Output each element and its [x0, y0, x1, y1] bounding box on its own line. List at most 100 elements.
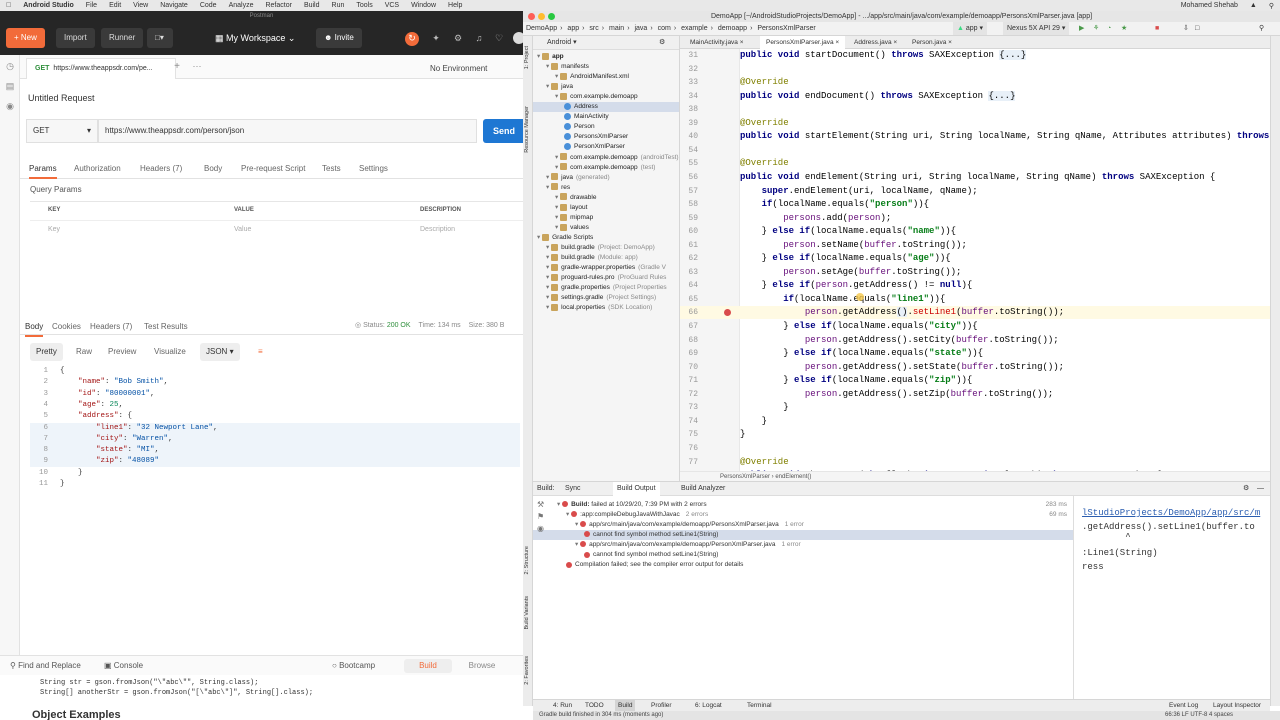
code-line[interactable]: 31 public void startDocument() throws SAX… — [680, 49, 1270, 62]
build-tree-item[interactable]: ▾ Build: failed at 10/29/20, 7:39 PM wit… — [533, 500, 1073, 510]
profile-icon[interactable]: ◔ — [1107, 22, 1111, 35]
tree-item[interactable]: ▾ values — [533, 223, 589, 233]
code-line[interactable]: 76 — [680, 442, 1270, 455]
code-line[interactable]: 56 public void endElement(String uri, Str… — [680, 171, 1270, 184]
build-tree-item[interactable]: ▾ :app:compileDebugJavaWithJavac 2 errors… — [533, 510, 1073, 520]
tab-build-output[interactable]: Build Output — [613, 482, 660, 496]
code-line[interactable]: 39 @Override — [680, 117, 1270, 130]
menu-build[interactable]: Build — [298, 2, 326, 9]
build-tree-item[interactable]: cannot find symbol method setLine1(Strin… — [533, 530, 1073, 541]
app-menu[interactable]: Android Studio — [17, 2, 80, 9]
send-button[interactable]: Send — [483, 119, 523, 143]
apis-icon[interactable]: ◉ — [4, 101, 16, 113]
build-error-detail[interactable]: lStudioProjects/DemoApp/app/src/m .getAd… — [1073, 496, 1270, 705]
runner-button[interactable]: Runner — [101, 28, 144, 48]
eye-icon[interactable]: ◉ — [537, 524, 544, 533]
debug-icon[interactable]: ⚘ — [1093, 22, 1099, 35]
wrap-icon[interactable]: ≡ — [252, 343, 269, 361]
tree-item[interactable]: ▾ build.gradle (Project: DemoApp) — [533, 243, 655, 253]
avatar[interactable] — [513, 32, 523, 44]
user-name[interactable]: Mohamed Shehab — [1175, 2, 1244, 9]
code-editor[interactable]: 31 public void startDocument() throws SAX… — [680, 49, 1270, 471]
menu-help[interactable]: Help — [442, 2, 468, 9]
import-button[interactable]: Import — [56, 28, 95, 48]
tree-item[interactable]: ▾ java (generated) — [533, 173, 610, 183]
tab-build-analyzer[interactable]: Build Analyzer — [681, 482, 725, 496]
menu-code[interactable]: Code — [194, 2, 223, 9]
settings-icon[interactable]: ⚙ — [452, 32, 464, 44]
tab-authorization[interactable]: Authorization — [74, 159, 121, 179]
nav-crumb[interactable]: src — [589, 25, 598, 32]
project-tool-button[interactable]: 1: Project — [524, 46, 530, 69]
environment-select[interactable]: No Environment — [426, 61, 523, 77]
tree-item[interactable]: PersonsXmlParser — [533, 132, 628, 142]
build-tree-item[interactable]: Compilation failed; see the compiler err… — [533, 560, 1073, 570]
gear-icon[interactable]: ⚙ — [659, 36, 665, 50]
open-new-icon[interactable]: □▾ — [147, 28, 173, 48]
code-line[interactable]: 74 } — [680, 415, 1270, 428]
code-line[interactable]: 60 } else if(localName.equals("name")){ — [680, 225, 1270, 238]
build-mode-button[interactable]: Build — [404, 659, 452, 673]
console-button[interactable]: ▣ Console — [104, 656, 143, 676]
run-config-select[interactable]: ▲ app ▾ — [953, 22, 988, 35]
build-tree-item[interactable]: ▾ app/src/main/java/com/example/demoapp/… — [533, 520, 1073, 530]
code-line[interactable]: 58 if(localName.equals("person")){ — [680, 198, 1270, 211]
key-input[interactable]: Key — [48, 226, 60, 233]
bootcamp-button[interactable]: ○ Bootcamp — [332, 656, 375, 676]
tree-item[interactable]: ▾ res — [533, 183, 570, 193]
error-file-link[interactable]: lStudioProjects/DemoApp/app/src/m — [1082, 508, 1260, 518]
method-select[interactable]: GET ▾ — [26, 119, 98, 143]
search-icon[interactable]: ⚲ — [1263, 2, 1280, 10]
code-line[interactable]: 66 person.getAddress().setLine1(buffer.t… — [680, 306, 1270, 320]
workspace-switcher[interactable]: ▦ My Workspace ⌄ — [215, 33, 295, 44]
view-visualize[interactable]: Visualize — [148, 343, 192, 361]
sync-icon[interactable]: ↻ — [405, 32, 419, 46]
nav-crumb[interactable]: PersonsXmlParser — [757, 25, 815, 32]
tree-item[interactable]: ▾ proguard-rules.pro (ProGuard Rules — [533, 273, 666, 283]
view-preview[interactable]: Preview — [102, 343, 142, 361]
tree-item[interactable]: ▾ Gradle Scripts — [533, 233, 593, 243]
view-pretty[interactable]: Pretty — [30, 343, 63, 361]
code-line[interactable]: 38 — [680, 103, 1270, 116]
tree-item[interactable]: Address — [533, 102, 679, 113]
url-input[interactable]: https://www.theappsdr.com/person/json — [98, 119, 477, 143]
tab-body[interactable]: Body — [204, 159, 222, 179]
request-tab[interactable]: GET https://www.theappsdr.com/pe... — [26, 58, 176, 79]
avd-manager-icon[interactable]: □ — [1195, 22, 1199, 35]
editor-tab[interactable]: MainActivity.java × — [684, 36, 750, 49]
code-line[interactable]: 33 @Override — [680, 76, 1270, 89]
value-input[interactable]: Value — [234, 226, 251, 233]
tree-item[interactable]: ▾ app — [533, 52, 564, 62]
structure-tool-button[interactable]: 2: Structure — [524, 546, 530, 574]
tab-sync[interactable]: Sync — [565, 482, 581, 496]
tree-item[interactable]: ▾ com.example.demoapp (androidTest) — [533, 153, 679, 163]
nav-crumb[interactable]: java — [634, 25, 647, 32]
code-line[interactable]: 73 } — [680, 401, 1270, 414]
device-select[interactable]: Nexus 5X API 29 ▾ — [1003, 22, 1070, 35]
status-position[interactable]: 66:36 LF UTF-8 4 spaces — [1165, 711, 1233, 720]
hide-icon[interactable]: — — [1257, 482, 1264, 496]
code-line[interactable]: 32 — [680, 63, 1270, 76]
tree-item[interactable]: ▾ com.example.demoapp (test) — [533, 163, 655, 173]
tab-headers[interactable]: Headers (7) — [140, 159, 182, 179]
tree-item[interactable]: Person — [533, 122, 595, 132]
code-line[interactable]: 69 } else if(localName.equals("state")){ — [680, 347, 1270, 360]
tree-item[interactable]: ▾ layout — [533, 203, 587, 213]
tree-item[interactable]: ▾ settings.gradle (Project Settings) — [533, 293, 656, 303]
favorites-tool-button[interactable]: 2: Favorites — [524, 656, 530, 685]
tab-response-headers[interactable]: Headers (7) — [90, 317, 132, 337]
tree-item[interactable]: ▾ AndroidManifest.xml — [533, 72, 629, 82]
run-icon[interactable]: ▶ — [1079, 22, 1084, 35]
code-line[interactable]: 62 } else if(localName.equals("age")){ — [680, 252, 1270, 265]
code-line[interactable]: 65 if(localName.equals("line1")){ — [680, 293, 1270, 306]
code-line[interactable]: 75} — [680, 428, 1270, 441]
code-line[interactable]: 61 person.setName(buffer.toString()); — [680, 239, 1270, 252]
history-icon[interactable]: ◷ — [4, 61, 16, 73]
code-line[interactable]: 40 public void startElement(String uri, S… — [680, 130, 1270, 143]
tab-params[interactable]: Params — [29, 159, 57, 179]
project-view-select[interactable]: Android ▾ ⚙ — [533, 36, 679, 50]
menu-navigate[interactable]: Navigate — [154, 2, 194, 9]
tree-item[interactable]: ▾ java — [533, 82, 573, 92]
code-line[interactable]: 71 } else if(localName.equals("zip")){ — [680, 374, 1270, 387]
tab-response-body[interactable]: Body — [25, 317, 44, 337]
